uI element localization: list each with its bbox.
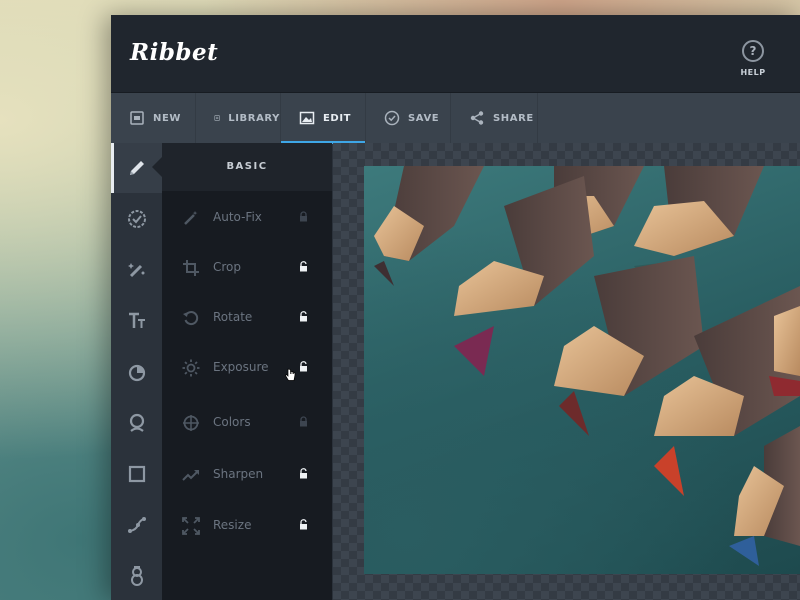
rail-overlays[interactable] <box>111 347 162 397</box>
toolbar-share-label: SHARE <box>493 113 534 124</box>
rail-touch-ups-face[interactable] <box>111 398 162 448</box>
tool-crop[interactable]: Crop <box>162 248 332 288</box>
tool-colors-label: Colors <box>213 415 251 429</box>
tool-auto-fix[interactable]: Auto-Fix <box>162 198 332 238</box>
unlock-icon <box>299 468 308 479</box>
toolbar-new-label: NEW <box>153 113 181 124</box>
panel-title: BASIC <box>162 143 332 191</box>
text-icon <box>126 310 148 332</box>
lock-icon <box>299 416 308 427</box>
header-bar: Ribbet ? HELP <box>111 15 800 93</box>
crop-icon <box>182 259 200 277</box>
face-icon <box>126 412 148 434</box>
tool-resize[interactable]: Resize <box>162 506 332 546</box>
seasonal-icon <box>126 565 148 587</box>
unlock-icon <box>299 311 308 322</box>
image-canvas[interactable] <box>333 143 800 600</box>
tools-panel: BASIC Auto-Fix Crop Rotate Exposure Colo… <box>162 143 332 600</box>
colors-target-icon <box>182 414 200 432</box>
exposure-sun-icon <box>182 359 200 377</box>
toolbar-save-label: SAVE <box>408 113 439 124</box>
tool-sharpen[interactable]: Sharpen <box>162 455 332 495</box>
save-check-icon <box>384 110 400 126</box>
pencils-photo-illustration <box>364 166 800 574</box>
tool-exposure-label: Exposure <box>213 360 269 374</box>
curve-icon <box>126 514 148 536</box>
unlock-icon <box>299 519 308 530</box>
app-logo: Ribbet <box>130 39 218 66</box>
toolbar-edit-tab[interactable]: EDIT <box>281 93 366 143</box>
rail-frames[interactable] <box>111 449 162 499</box>
toolbar-edit-label: EDIT <box>323 113 351 124</box>
frame-icon <box>126 463 148 485</box>
tool-resize-label: Resize <box>213 518 251 532</box>
share-icon <box>469 110 485 126</box>
unlock-icon <box>299 261 308 272</box>
auto-fix-wand-icon <box>182 209 200 227</box>
main-toolbar: NEW LIBRARY EDIT SAVE SHARE <box>111 93 800 144</box>
tool-rotate[interactable]: Rotate <box>162 298 332 338</box>
pencil-group <box>374 166 800 566</box>
toolbar-new-button[interactable]: NEW <box>111 93 196 143</box>
tool-colors[interactable]: Colors <box>162 403 332 443</box>
pencil-icon <box>127 158 147 178</box>
tool-auto-fix-label: Auto-Fix <box>213 210 262 224</box>
tool-crop-label: Crop <box>213 260 241 274</box>
effects-badge-icon <box>126 208 148 230</box>
help-label: HELP <box>731 68 775 77</box>
rail-text[interactable] <box>111 296 162 346</box>
category-rail <box>111 143 163 600</box>
rail-seasonal[interactable] <box>111 551 162 600</box>
rail-effects[interactable] <box>111 194 162 244</box>
toolbar-save-button[interactable]: SAVE <box>366 93 451 143</box>
hand-cursor-icon <box>284 368 296 382</box>
unlock-icon <box>299 361 308 372</box>
edited-photo[interactable] <box>364 166 800 574</box>
library-icon <box>214 110 220 126</box>
tool-sharpen-label: Sharpen <box>213 467 263 481</box>
rail-curves[interactable] <box>111 500 162 550</box>
sharpen-icon <box>182 466 200 484</box>
lock-icon <box>299 211 308 222</box>
toolbar-share-button[interactable]: SHARE <box>451 93 538 143</box>
rotate-icon <box>182 309 200 327</box>
tool-exposure[interactable]: Exposure <box>162 348 332 388</box>
help-button[interactable]: ? HELP <box>731 40 775 77</box>
resize-icon <box>182 517 200 535</box>
magic-wand-icon <box>126 259 148 281</box>
app-window: Ribbet ? HELP NEW LIBRARY EDIT SAVE SHAR… <box>111 15 800 600</box>
toolbar-library-button[interactable]: LIBRARY <box>196 93 281 143</box>
edit-image-icon <box>299 110 315 126</box>
tool-rotate-label: Rotate <box>213 310 252 324</box>
overlay-icon <box>126 361 148 383</box>
new-icon <box>129 110 145 126</box>
rail-touch-up[interactable] <box>111 245 162 295</box>
toolbar-library-label: LIBRARY <box>228 113 280 124</box>
help-icon: ? <box>742 40 764 62</box>
